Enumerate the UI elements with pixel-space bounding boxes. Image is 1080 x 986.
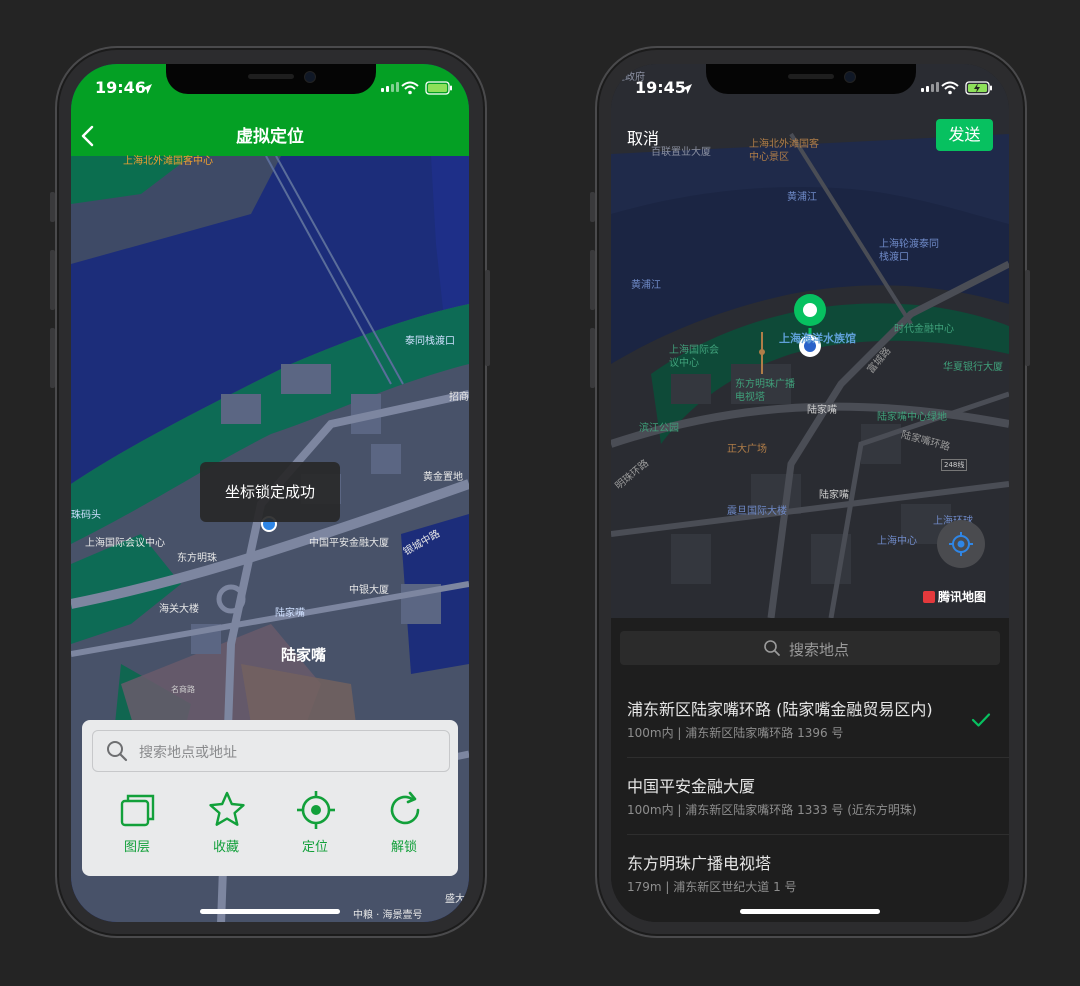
cellular-signal-icon [921, 82, 939, 92]
wifi-icon [941, 81, 959, 95]
map-label-pingan: 中国平安金融大厦 [309, 538, 389, 549]
tool-layers-button[interactable]: 图层 [92, 786, 182, 866]
place-title: 浦东新区陆家嘴环路 (陆家嘴金融贸易区内) [627, 700, 933, 719]
crosshair-icon [949, 532, 973, 556]
place-item[interactable]: 浦东新区陆家嘴环路 (陆家嘴金融贸易区内) 100m内 | 浦东新区陆家嘴环路 … [611, 682, 1009, 758]
map-label-zhongyin: 中银大厦 [349, 585, 389, 596]
place-item[interactable]: 中国平安金融大厦 100m内 | 浦东新区陆家嘴环路 1333 号 (近东方明珠… [611, 759, 1009, 835]
map-label-binjiang: 滨江公园 [639, 423, 679, 434]
place-item[interactable]: 东方明珠广播电视塔 179m | 浦东新区世纪大道 1 号 [611, 836, 1009, 912]
tool-locate-button[interactable]: 定位 [270, 786, 360, 866]
map-label-baihui: 百联置业大厦 [651, 147, 711, 158]
divider [627, 757, 1009, 758]
map-label-lujiazui: 陆家嘴 [281, 646, 327, 664]
map-label-times: 时代金融中心 [894, 324, 954, 335]
tencent-map-logo: 腾讯地图 [923, 588, 986, 605]
status-time: 19:45 [635, 78, 686, 97]
battery-charging-icon [965, 81, 992, 95]
map-label-huangpu-1: 黄浦江 [787, 192, 817, 203]
map-label-shanghai-center: 上海中心 [877, 536, 917, 547]
map-label-pier: 珠码头 [71, 510, 101, 521]
map-label-road-tag: 248线 [941, 459, 968, 471]
place-list-sheet: 搜索地点 浦东新区陆家嘴环路 (陆家嘴金融贸易区内) 100m内 | 浦东新区陆… [611, 618, 1009, 922]
map-label-ferry-right: 上海轮渡泰同栈渡口 [879, 239, 939, 263]
home-indicator[interactable] [740, 909, 880, 914]
left-phone-power [485, 270, 490, 366]
wifi-icon [401, 81, 419, 95]
left-phone-silent-switch [50, 192, 55, 222]
cancel-button[interactable]: 取消 [627, 125, 659, 149]
right-screen: 区政府 百联置业大厦 上海北外滩国客中心景区 黄浦江 黄浦江 上海轮渡泰同栈渡口… [611, 64, 1009, 922]
battery-icon [425, 81, 452, 95]
refresh-icon [390, 791, 420, 825]
map-label-bund-terminal: 上海北外滩国客中心景区 [749, 139, 819, 163]
place-subtitle: 179m | 浦东新区世纪大道 1 号 [627, 880, 797, 894]
right-phone-volume-up [590, 250, 595, 310]
right-phone-notch [706, 64, 916, 94]
place-subtitle: 100m内 | 浦东新区陆家嘴环路 1396 号 [627, 726, 844, 740]
tool-favorite-button[interactable]: 收藏 [181, 786, 271, 866]
map-label-zhendan: 震旦国际大楼 [727, 506, 787, 517]
map-label-zhengda: 正大广场 [727, 444, 767, 455]
map-label-aquarium: 上海海洋水族馆 [779, 332, 856, 345]
map-label-huangpu-2: 黄浦江 [631, 280, 661, 291]
status-time: 19:46 [95, 78, 146, 97]
map-label-lujiazui-station: 陆家嘴 [275, 608, 305, 619]
search-placeholder: 搜索地点或地址 [139, 745, 237, 761]
place-search-placeholder: 搜索地点 [789, 641, 850, 659]
right-phone-volume-down [590, 328, 595, 388]
checkmark-icon [971, 713, 991, 727]
page-title: 虚拟定位 [236, 127, 304, 147]
locate-me-button[interactable] [937, 520, 985, 568]
layers-icon [120, 794, 155, 827]
place-search-input[interactable]: 搜索地点 [620, 631, 1000, 665]
send-button[interactable]: 发送 [936, 119, 993, 151]
search-input[interactable]: 搜索地点或地址 [92, 730, 450, 772]
tool-unlock-label: 解锁 [390, 840, 417, 855]
map-label-huaxia: 华夏银行大厦 [943, 362, 1003, 373]
map-label-orient-pearl: 东方明珠 [177, 553, 217, 564]
map-label-convention-right: 上海国际会议中心 [669, 345, 719, 369]
tool-layers-label: 图层 [123, 840, 150, 855]
location-arrow-icon [142, 84, 152, 94]
toast-message: 坐标锁定成功 [200, 462, 340, 522]
tencent-map-label: 腾讯地图 [938, 590, 987, 604]
map-label-bund: 上海北外滩国客中心 [123, 156, 213, 167]
map-label-shengda: 盛大 [445, 894, 465, 905]
tool-favorite-label: 收藏 [212, 840, 239, 855]
map-label-zhaoshang: 招商 [449, 392, 469, 403]
home-indicator[interactable] [200, 909, 340, 914]
divider [627, 834, 1009, 835]
left-phone-volume-down [50, 328, 55, 388]
left-phone-notch [166, 64, 376, 94]
map-label-convention: 上海国际会议中心 [85, 538, 165, 549]
map-label-lujiazui-2: 陆家嘴 [819, 490, 849, 501]
place-title: 东方明珠广播电视塔 [627, 854, 772, 873]
right-phone-power [1025, 270, 1030, 366]
map-label-ferry: 泰同栈渡口 [405, 336, 455, 347]
tool-unlock-button[interactable]: 解锁 [359, 786, 449, 866]
crosshair-icon [297, 791, 335, 829]
map-label-oriental-pearl: 东方明珠广播电视塔 [735, 379, 795, 403]
map-label-mingshi: 名商路 [171, 685, 195, 694]
tencent-logo-icon [923, 591, 935, 603]
location-arrow-icon [682, 84, 692, 94]
map-label-lujiazui-center: 陆家嘴中心绿地 [877, 412, 947, 423]
map-label-zhongliang: 中粮 · 海景壹号 [353, 910, 423, 921]
star-icon [209, 791, 245, 826]
search-icon [764, 640, 780, 656]
place-subtitle: 100m内 | 浦东新区陆家嘴环路 1333 号 (近东方明珠) [627, 803, 917, 817]
right-phone-silent-switch [590, 192, 595, 222]
map-label-huangjin: 黄金置地 [423, 472, 463, 483]
place-title: 中国平安金融大厦 [627, 777, 756, 796]
map-label-haiguan: 海关大楼 [159, 604, 199, 615]
cellular-signal-icon [381, 82, 399, 92]
tool-locate-label: 定位 [301, 840, 328, 855]
bottom-tool-panel: 搜索地点或地址 图层 收藏 定位 解锁 [82, 720, 458, 876]
map-label-lujiazui-1: 陆家嘴 [807, 405, 837, 416]
left-screen: 上海北外滩国客中心 泰同栈渡口 招商 黄金置地 珠码头 上海国际会议中心 东方明… [71, 64, 469, 922]
left-phone-volume-up [50, 250, 55, 310]
search-icon [107, 741, 128, 762]
